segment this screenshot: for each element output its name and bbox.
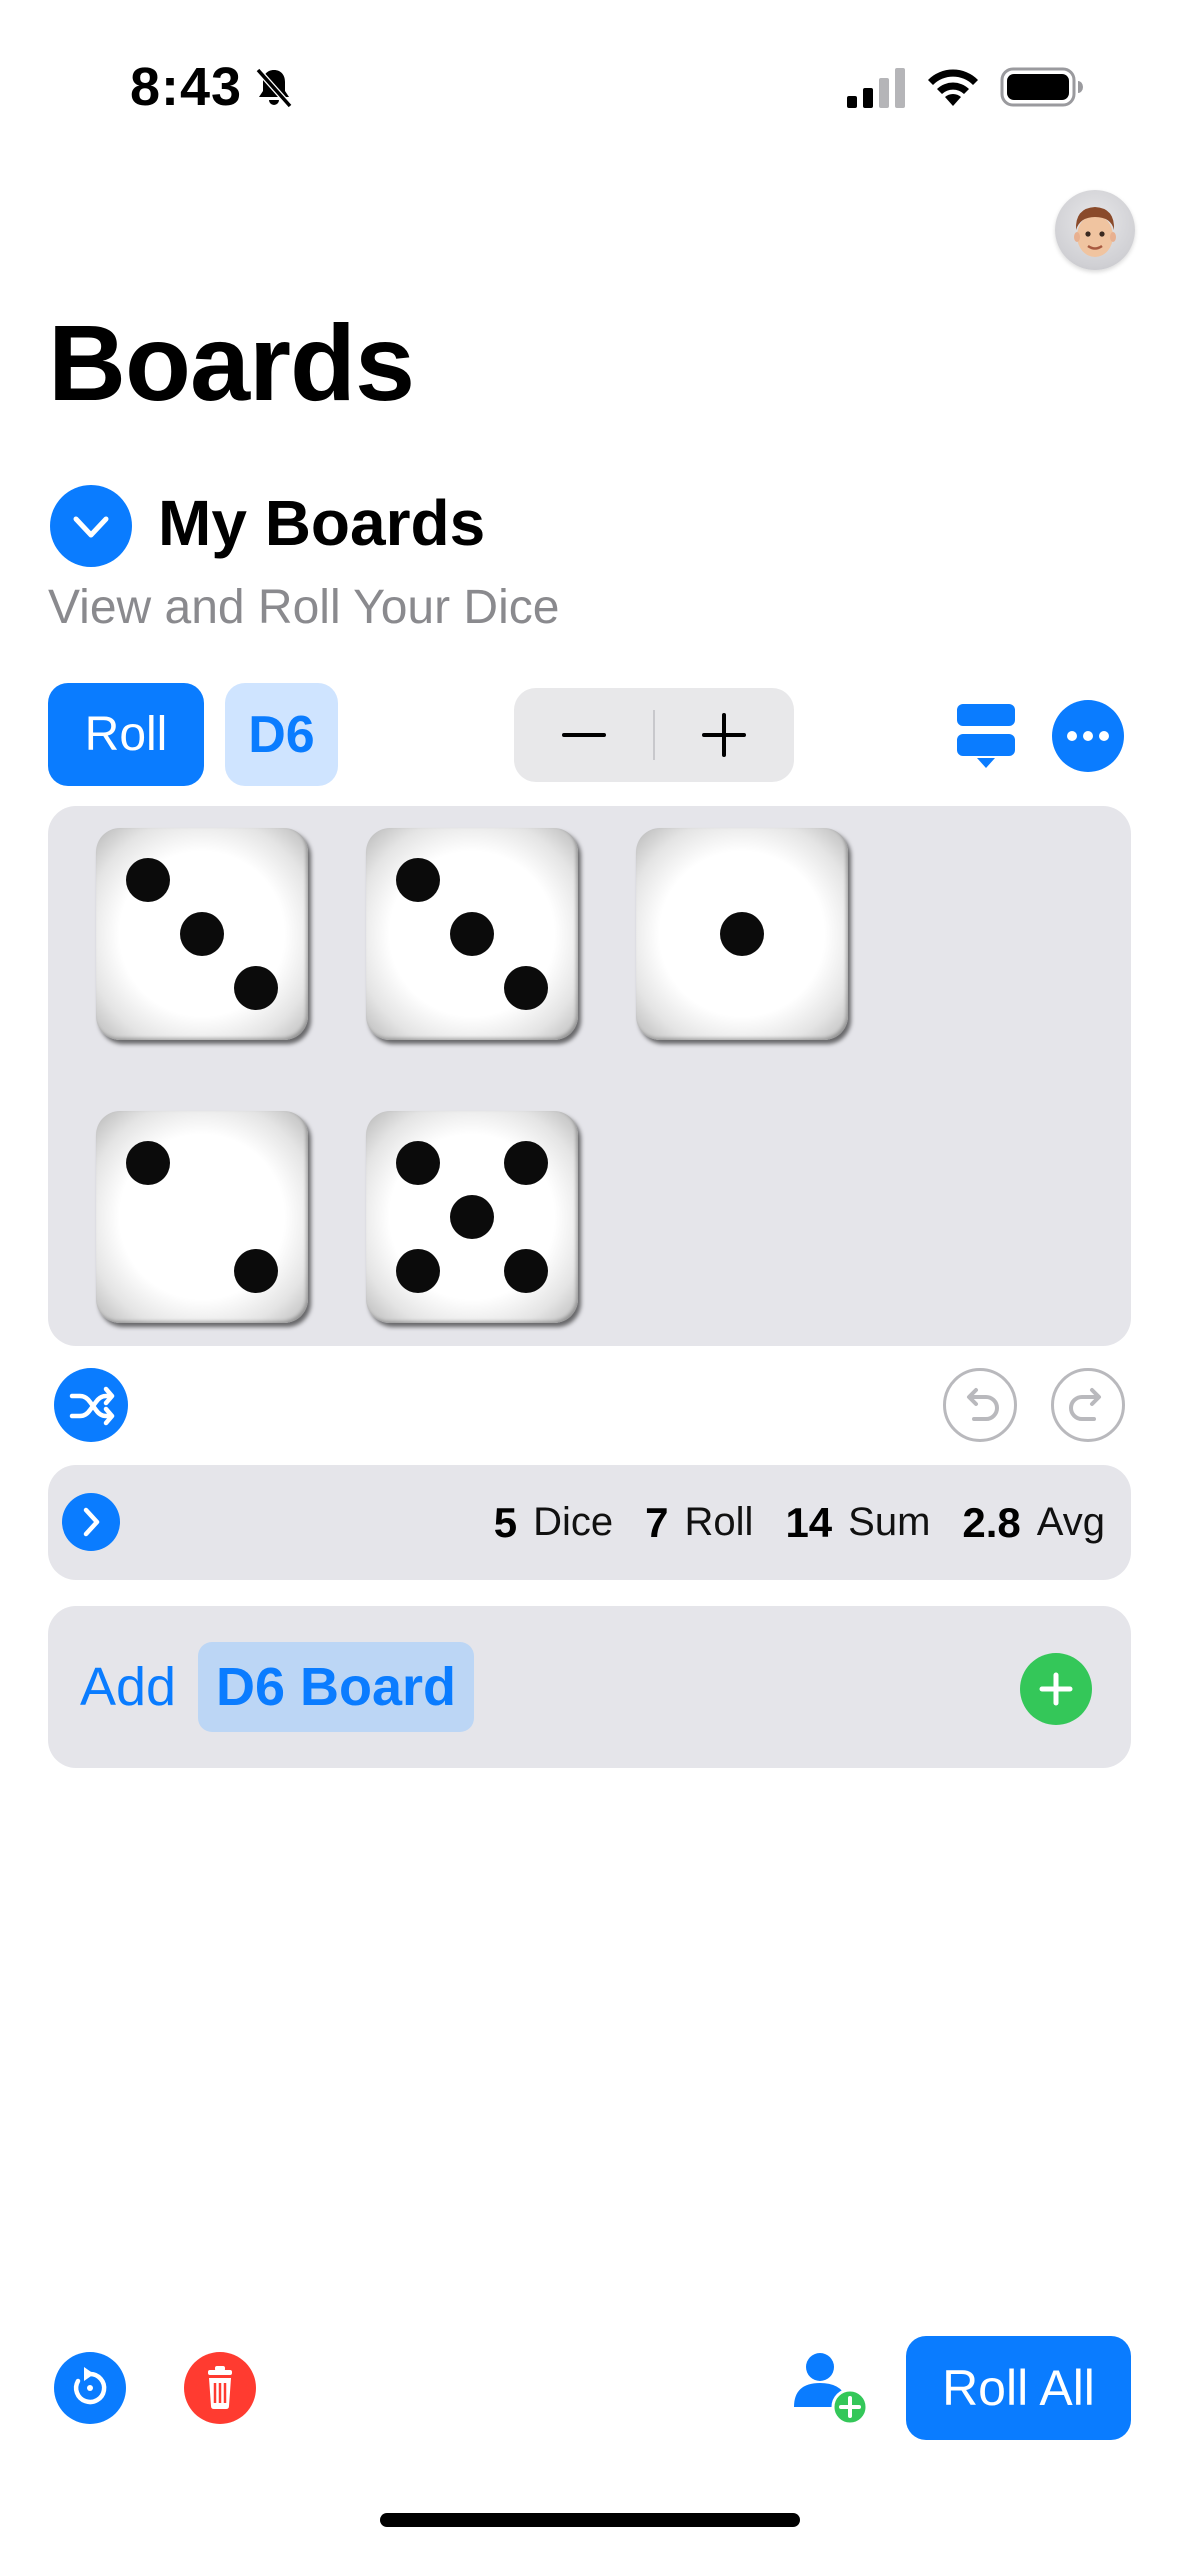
die-type-button[interactable]: D6 [225,683,338,786]
add-board-button[interactable] [1020,1653,1092,1725]
roll-all-button[interactable]: Roll All [906,2336,1131,2440]
die-pip [504,1249,548,1293]
sum-label: Sum [848,1500,931,1544]
decrement-button[interactable] [514,688,654,782]
status-time: 8:43 [130,57,243,117]
shuffle-icon [69,1386,115,1426]
bell-slash-icon [255,68,293,108]
die[interactable] [636,828,848,1040]
die-pip [450,912,494,956]
section-subtitle: View and Roll Your Dice [48,581,560,634]
page-title: Boards [48,302,415,423]
plus-icon [702,713,746,757]
dice-count-label: Dice [533,1500,614,1544]
roll-button[interactable]: Roll [48,683,204,786]
stats-bar: 5 Dice 7 Roll 14 Sum 2.8 Avg [48,1465,1131,1580]
wifi-icon [928,69,978,106]
die-pip [234,1249,278,1293]
more-button[interactable] [1052,700,1124,772]
die-pip [126,1141,170,1185]
undo-icon [967,1388,999,1421]
layout-split-icon[interactable] [955,700,1017,770]
die-pip [234,966,278,1010]
minus-icon [562,733,606,737]
die-pip [504,966,548,1010]
die[interactable] [366,1111,578,1323]
trash-icon [208,2366,232,2409]
signal-icon [847,68,905,108]
chevron-down-icon [73,516,109,538]
roll-count-value: 7 [645,1498,669,1546]
die-pip [720,912,764,956]
die[interactable] [96,1111,308,1323]
sum-value: 14 [785,1498,833,1546]
plus-icon [1039,1672,1073,1706]
section-collapse-button[interactable] [50,485,132,567]
average-value: 2.8 [962,1498,1021,1546]
stats-row: 5 Dice 7 Roll 14 Sum 2.8 Avg [462,1465,1105,1580]
reset-button[interactable] [54,2352,126,2424]
die[interactable] [96,828,308,1040]
add-board-row[interactable]: Add D6 Board [48,1606,1131,1768]
dice-board [48,806,1131,1346]
die-pip [450,1195,494,1239]
reset-icon [73,2367,107,2405]
increment-button[interactable] [654,688,794,782]
more-icon [1067,731,1109,741]
redo-icon [1069,1388,1101,1421]
undo-button[interactable] [943,1368,1017,1442]
add-board-label: Add [80,1657,177,1717]
stats-expand-button[interactable] [62,1493,120,1551]
die-pip [504,1141,548,1185]
die-pip [126,858,170,902]
roll-count-label: Roll [684,1500,754,1544]
die[interactable] [366,828,578,1040]
avatar[interactable] [1055,190,1135,270]
memoji-icon [1074,207,1116,257]
average-label: Avg [1036,1500,1105,1544]
add-person-icon[interactable] [790,2345,872,2427]
add-board-type[interactable]: D6 Board [198,1642,475,1732]
dice-count-value: 5 [493,1498,518,1546]
shuffle-button[interactable] [54,1368,128,1442]
die-pip [396,858,440,902]
die-pip [396,1249,440,1293]
chevron-right-icon [83,1507,100,1537]
die-pip [396,1141,440,1185]
status-bar: 8:43 [0,0,1179,170]
delete-button[interactable] [184,2352,256,2424]
die-pip [180,912,224,956]
redo-button[interactable] [1051,1368,1125,1442]
home-indicator [380,2513,800,2527]
section-title: My Boards [158,487,486,559]
battery-icon [1000,67,1083,107]
dice-count-stepper [514,688,794,782]
